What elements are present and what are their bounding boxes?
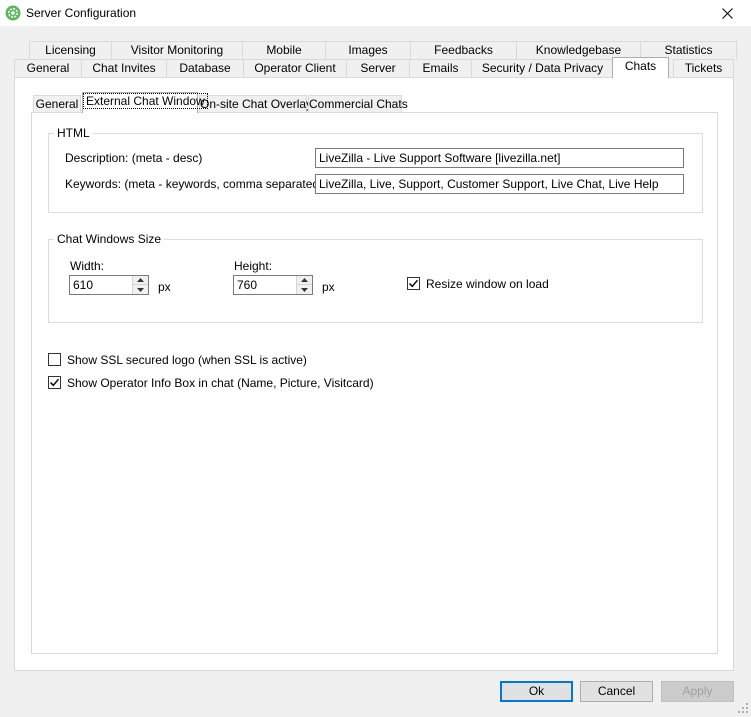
- tab-security-data-privacy[interactable]: Security / Data Privacy: [471, 59, 614, 77]
- apply-button[interactable]: Apply: [661, 681, 734, 702]
- width-label: Width:: [70, 259, 105, 273]
- tab-general[interactable]: General: [14, 59, 82, 77]
- subtab-commercial-chats[interactable]: Commercial Chats: [308, 95, 408, 113]
- width-value: 610: [73, 278, 94, 292]
- tab-feedbacks[interactable]: Feedbacks: [410, 41, 517, 59]
- resize-window-label[interactable]: Resize window on load: [426, 277, 549, 291]
- description-input[interactable]: LiveZilla - Live Support Software [livez…: [315, 148, 684, 168]
- height-unit: px: [322, 280, 335, 294]
- operator-info-checkbox[interactable]: [48, 376, 61, 389]
- close-button[interactable]: [704, 0, 751, 26]
- tab-database[interactable]: Database: [166, 59, 244, 77]
- checkmark-icon: [409, 279, 419, 288]
- tab-visitor-monitoring[interactable]: Visitor Monitoring: [111, 41, 243, 59]
- height-increment-button[interactable]: [296, 276, 312, 285]
- tab-chats[interactable]: Chats: [612, 57, 669, 78]
- arrow-up-icon: [137, 278, 144, 282]
- html-group-title: HTML: [54, 126, 93, 140]
- width-stepper[interactable]: 610: [69, 275, 149, 295]
- tab-operator-client[interactable]: Operator Client: [243, 59, 347, 77]
- tab-chat-invites[interactable]: Chat Invites: [81, 59, 167, 77]
- operator-info-label[interactable]: Show Operator Info Box in chat (Name, Pi…: [67, 376, 374, 390]
- close-icon: [722, 7, 733, 19]
- gear-icon: [5, 5, 21, 21]
- html-group: [48, 133, 703, 213]
- height-label: Height:: [234, 259, 273, 273]
- arrow-up-icon: [301, 278, 308, 282]
- height-decrement-button[interactable]: [296, 285, 312, 294]
- ok-button[interactable]: Ok: [500, 681, 573, 702]
- ssl-logo-label[interactable]: Show SSL secured logo (when SSL is activ…: [67, 353, 307, 367]
- tab-emails[interactable]: Emails: [409, 59, 472, 77]
- resize-grip-icon[interactable]: [737, 702, 749, 714]
- height-stepper[interactable]: 760: [233, 275, 313, 295]
- tab-server[interactable]: Server: [346, 59, 410, 77]
- window-title: Server Configuration: [26, 6, 137, 20]
- height-value: 760: [237, 278, 258, 292]
- width-increment-button[interactable]: [132, 276, 148, 285]
- tab-mobile[interactable]: Mobile: [242, 41, 326, 59]
- title-bar[interactable]: Server Configuration: [0, 0, 751, 26]
- resize-window-checkbox[interactable]: [407, 277, 420, 290]
- subtab-general[interactable]: General: [33, 95, 81, 113]
- ssl-logo-checkbox[interactable]: [48, 353, 61, 366]
- subtab-external-chat-window-label: External Chat Window: [83, 93, 208, 109]
- arrow-down-icon: [137, 287, 144, 292]
- cancel-button[interactable]: Cancel: [580, 681, 653, 702]
- description-label: Description: (meta - desc): [65, 151, 203, 165]
- chat-window-size-title: Chat Windows Size: [54, 232, 165, 246]
- subtab-on-site-chat-overlay[interactable]: On-site Chat Overlay: [199, 95, 312, 113]
- checkmark-icon: [50, 378, 60, 387]
- tab-images[interactable]: Images: [325, 41, 411, 59]
- keywords-input[interactable]: LiveZilla, Live, Support, Customer Suppo…: [315, 174, 684, 194]
- width-unit: px: [158, 280, 171, 294]
- subtab-external-chat-window[interactable]: External Chat Window: [82, 92, 208, 113]
- width-decrement-button[interactable]: [132, 285, 148, 294]
- keywords-label: Keywords: (meta - keywords, comma separa…: [65, 177, 324, 191]
- tab-licensing[interactable]: Licensing: [29, 41, 112, 59]
- tab-tickets[interactable]: Tickets: [673, 59, 734, 77]
- arrow-down-icon: [301, 287, 308, 292]
